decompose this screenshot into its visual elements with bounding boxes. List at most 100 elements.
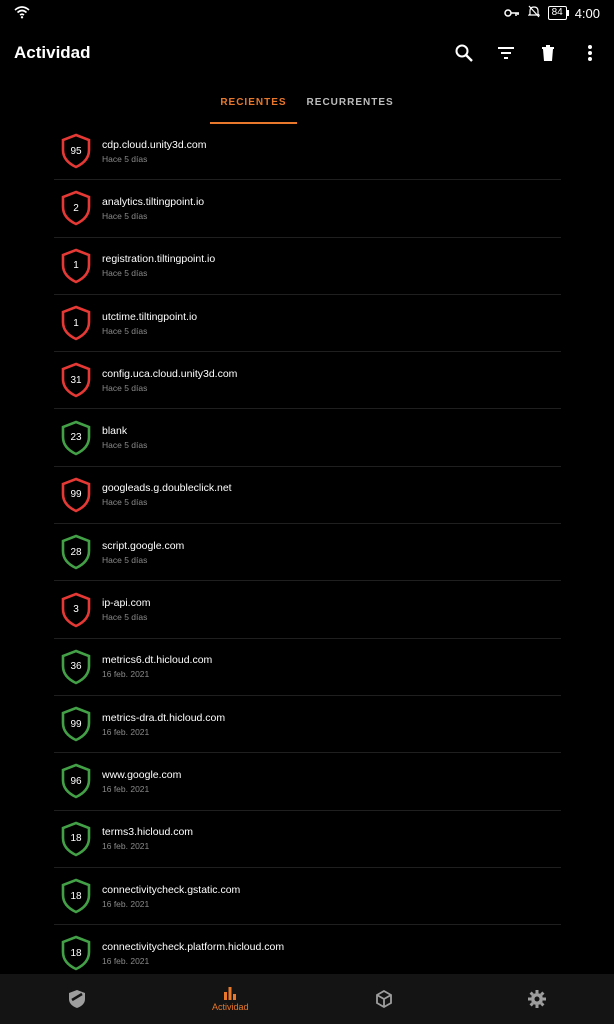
domain-name: config.uca.cloud.unity3d.com xyxy=(102,367,238,380)
domain-name: googleads.g.doubleclick.net xyxy=(102,482,232,495)
list-item[interactable]: 3 ip-api.com Hace 5 días xyxy=(54,581,561,639)
domain-name: ip-api.com xyxy=(102,597,151,610)
request-count: 96 xyxy=(70,775,82,787)
domain-name: metrics6.dt.hicloud.com xyxy=(102,654,213,667)
timestamp: Hace 5 días xyxy=(102,153,148,164)
activity-list: 95 cdp.cloud.unity3d.com Hace 5 días 2 analy… xyxy=(54,123,561,973)
row-text: utctime.tiltingpoint.io Hace 5 días xyxy=(102,311,197,336)
request-count: 1 xyxy=(73,260,79,272)
delete-button[interactable] xyxy=(536,41,560,65)
timestamp: Hace 5 días xyxy=(102,268,148,279)
shield-badge: 99 xyxy=(56,704,96,744)
gear-icon xyxy=(528,990,547,1008)
battery-indicator: 84 xyxy=(547,6,569,20)
domain-name: terms3.hicloud.com xyxy=(102,826,194,839)
request-count: 3 xyxy=(73,604,79,616)
tab-recientes[interactable]: RECIENTES xyxy=(210,84,297,124)
search-button[interactable] xyxy=(452,41,476,65)
list-item[interactable]: 28 script.google.com Hace 5 días xyxy=(54,524,561,582)
timestamp: Hace 5 días xyxy=(102,440,148,451)
timestamp: 16 feb. 2021 xyxy=(102,898,150,909)
mute-bell-icon xyxy=(527,5,541,21)
trash-icon xyxy=(542,45,554,61)
timestamp: Hace 5 días xyxy=(102,554,148,565)
timestamp: 16 feb. 2021 xyxy=(102,955,150,966)
list-item[interactable]: 1 utctime.tiltingpoint.io Hace 5 días xyxy=(54,295,561,353)
row-text: registration.tiltingpoint.io Hace 5 días xyxy=(102,253,215,278)
domain-name: www.google.com xyxy=(102,768,182,781)
shield-badge: 36 xyxy=(56,647,96,687)
list-item[interactable]: 18 connectivitycheck.platform.hicloud.com… xyxy=(54,925,561,973)
request-count: 1 xyxy=(73,317,79,329)
filter-icon xyxy=(498,47,514,59)
list-item[interactable]: 1 registration.tiltingpoint.io Hace 5 días xyxy=(54,238,561,295)
shield-badge: 28 xyxy=(56,532,96,572)
list-item[interactable]: 18 connectivitycheck.gstatic.com 16 feb. 2… xyxy=(54,868,561,926)
timestamp: Hace 5 días xyxy=(102,382,148,393)
row-text: terms3.hicloud.com 16 feb. 2021 xyxy=(102,826,193,851)
status-bar: 84 4:00 xyxy=(0,0,614,26)
domain-name: registration.tiltingpoint.io xyxy=(102,253,216,266)
nav-protection[interactable] xyxy=(17,988,137,1010)
list-item[interactable]: 96 www.google.com 16 feb. 2021 xyxy=(54,753,561,811)
domain-name: analytics.tiltingpoint.io xyxy=(102,195,205,208)
nav-apps[interactable] xyxy=(324,989,444,1009)
list-item[interactable]: 99 metrics-dra.dt.hicloud.com 16 feb. 2021 xyxy=(54,696,561,754)
shield-badge: 18 xyxy=(56,819,96,859)
request-count: 99 xyxy=(70,489,82,501)
timestamp: 16 feb. 2021 xyxy=(102,726,150,737)
row-text: metrics-dra.dt.hicloud.com 16 feb. 2021 xyxy=(102,712,225,737)
row-text: metrics6.dt.hicloud.com 16 feb. 2021 xyxy=(102,654,212,679)
row-text: www.google.com 16 feb. 2021 xyxy=(102,769,181,794)
list-item[interactable]: 95 cdp.cloud.unity3d.com Hace 5 días xyxy=(54,123,561,181)
toolbar-actions xyxy=(452,41,602,65)
shield-badge: 2 xyxy=(56,188,96,228)
nav-actividad-label: Actividad xyxy=(211,1002,249,1012)
shield-badge: 18 xyxy=(56,933,96,973)
row-text: analytics.tiltingpoint.io Hace 5 días xyxy=(102,196,204,221)
timestamp: Hace 5 días xyxy=(102,325,148,336)
nav-actividad[interactable]: Actividad xyxy=(170,986,290,1012)
list-item[interactable]: 31 config.uca.cloud.unity3d.com Hace 5 día… xyxy=(54,352,561,410)
row-text: script.google.com Hace 5 días xyxy=(102,540,184,565)
list-item[interactable]: 23 blank Hace 5 días xyxy=(54,409,561,467)
request-count: 28 xyxy=(70,546,82,558)
list-item[interactable]: 36 metrics6.dt.hicloud.com 16 feb. 2021 xyxy=(54,639,561,696)
bar-chart-icon xyxy=(224,987,237,1000)
shield-badge: 23 xyxy=(56,418,96,458)
status-right: 84 4:00 xyxy=(503,5,600,21)
list-item[interactable]: 99 googleads.g.doubleclick.net Hace 5 días xyxy=(54,467,561,525)
shield-badge: 96 xyxy=(56,761,96,801)
nav-settings[interactable] xyxy=(477,989,597,1009)
domain-name: connectivitycheck.platform.hicloud.com xyxy=(102,940,285,953)
row-text: connectivitycheck.platform.hicloud.com 16… xyxy=(102,941,284,966)
tab-recurrentes[interactable]: RECURRENTES xyxy=(297,84,404,124)
request-count: 31 xyxy=(70,374,82,386)
tab-bar: RECIENTES RECURRENTES xyxy=(0,84,614,124)
timestamp: Hace 5 días xyxy=(102,210,148,221)
more-options-button[interactable] xyxy=(578,41,602,65)
request-count: 2 xyxy=(73,202,79,214)
shield-badge: 1 xyxy=(56,303,96,343)
domain-name: script.google.com xyxy=(102,539,185,552)
filter-button[interactable] xyxy=(494,41,518,65)
request-count: 36 xyxy=(70,661,82,673)
wifi-icon xyxy=(14,5,30,22)
timestamp: 16 feb. 2021 xyxy=(102,783,150,794)
timestamp: Hace 5 días xyxy=(102,497,148,508)
list-item[interactable]: 2 analytics.tiltingpoint.io Hace 5 días xyxy=(54,180,561,238)
row-text: ip-api.com Hace 5 días xyxy=(102,597,150,622)
shield-badge: 99 xyxy=(56,475,96,515)
shield-badge: 18 xyxy=(56,876,96,916)
row-text: connectivitycheck.gstatic.com 16 feb. 202… xyxy=(102,884,240,909)
domain-name: utctime.tiltingpoint.io xyxy=(102,310,198,323)
request-count: 23 xyxy=(70,432,82,444)
app-bar: Actividad xyxy=(0,26,614,80)
bottom-navigation: Actividad xyxy=(0,974,614,1024)
domain-name: connectivitycheck.gstatic.com xyxy=(102,883,241,896)
shield-badge: 3 xyxy=(56,590,96,630)
search-icon xyxy=(455,44,473,62)
list-item[interactable]: 18 terms3.hicloud.com 16 feb. 2021 xyxy=(54,811,561,868)
timestamp: 16 feb. 2021 xyxy=(102,841,150,852)
timestamp: Hace 5 días xyxy=(102,612,148,623)
